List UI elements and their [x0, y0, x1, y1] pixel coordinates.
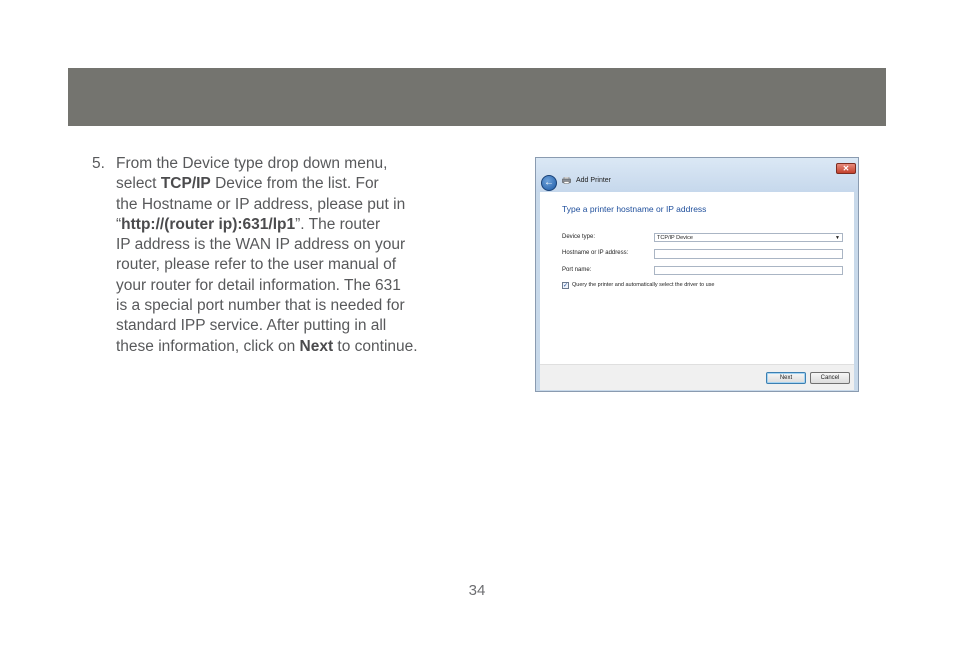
step-text-line: IP address is the WAN IP address on your [116, 235, 456, 255]
step-text-bold: TCP/IP [160, 175, 211, 193]
hostname-label: Hostname or IP address: [562, 250, 629, 256]
step-text-line: router, please refer to the user manual … [116, 255, 456, 275]
step-text-line: the Hostname or IP address, please put i… [116, 195, 456, 215]
step-text-bold: http://(router ip):631/lp1 [121, 215, 296, 233]
step-text-run: ”. The router [295, 215, 381, 233]
dialog-content: Type a printer hostname or IP address De… [540, 192, 854, 364]
query-printer-label: Query the printer and automatically sele… [572, 282, 715, 288]
port-name-label: Port name: [562, 267, 592, 273]
dialog-title: Add Printer [576, 177, 612, 184]
hostname-input[interactable] [654, 249, 843, 259]
chevron-down-icon: ▼ [835, 235, 840, 241]
step-text-line: is a special port number that is needed … [116, 296, 456, 316]
close-button[interactable]: ✕ [836, 163, 856, 174]
dialog-heading: Type a printer hostname or IP address [562, 204, 707, 214]
device-type-value: TCP/IP Device [657, 235, 693, 241]
step-text-run: IP address is the WAN IP address on your [116, 236, 406, 254]
step-text-line: your router for detail information. The … [116, 276, 456, 296]
step-text-line: these information, click on Next to cont… [116, 337, 456, 357]
step-text-line: From the Device type drop down menu, [116, 154, 456, 174]
step-text-run: router, please refer to the user manual … [116, 256, 397, 274]
page-number: 34 [468, 582, 486, 599]
step-text-run: Device from the list. For [210, 175, 379, 193]
dialog-footer: Next Cancel [540, 364, 854, 390]
step-text-run: standard IPP service. After putting in a… [116, 317, 387, 335]
step-text-bold: Next [299, 337, 334, 355]
dialog-titlebar: ✕ ← Add Printer [536, 158, 858, 192]
step-text-line: standard IPP service. After putting in a… [116, 316, 456, 336]
device-type-label: Device type: [562, 234, 596, 240]
port-name-input[interactable] [654, 266, 843, 275]
cancel-button[interactable]: Cancel [810, 372, 850, 384]
step-text-line: select TCP/IP Device from the list. For [116, 174, 456, 194]
step-text-run: to continue. [333, 337, 418, 355]
step-number: 5. [92, 155, 105, 172]
step-text-run: your router for detail information. The … [116, 276, 401, 294]
step-text-run: select [116, 175, 161, 193]
add-printer-dialog: ✕ ← Add Printer Type a printer hostname … [535, 157, 859, 392]
back-arrow-icon[interactable]: ← [541, 175, 557, 191]
step-text: From the Device type drop down menu, sele… [116, 154, 456, 357]
next-button[interactable]: Next [766, 372, 806, 384]
step-text-run: is a special port number that is needed … [116, 297, 405, 315]
query-printer-checkbox[interactable]: ✓ [562, 282, 569, 289]
step-text-run: the Hostname or IP address, please put i… [116, 195, 406, 213]
printer-icon [562, 177, 571, 184]
header-bar [68, 68, 886, 126]
device-type-select[interactable]: TCP/IP Device ▼ [654, 233, 843, 242]
step-text-run: these information, click on [116, 337, 300, 355]
step-text-run: From the Device type drop down menu, [116, 155, 388, 172]
step-text-line: “http://(router ip):631/lp1”. The router [116, 215, 456, 235]
